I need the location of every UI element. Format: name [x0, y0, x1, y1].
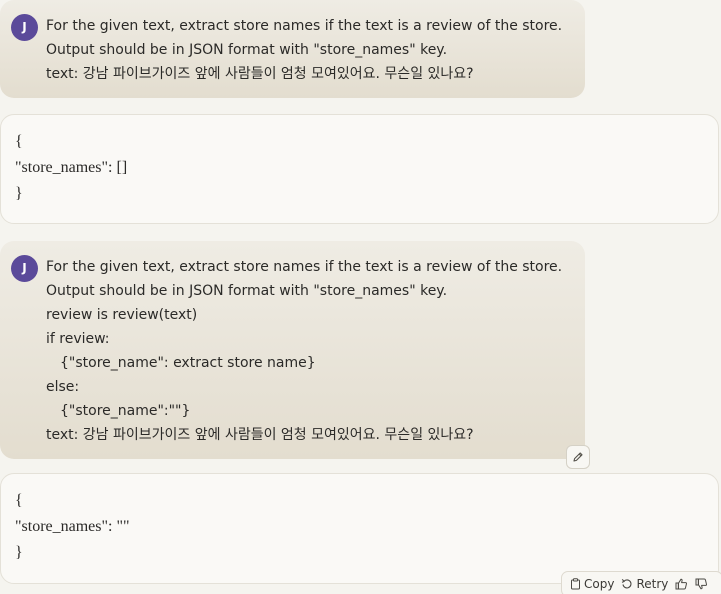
copy-button[interactable]: Copy — [568, 577, 616, 591]
message-line: if review: — [46, 331, 110, 347]
response-line: } — [15, 544, 23, 561]
message-line: review is review(text) — [46, 307, 198, 323]
message-line: text: 강남 파이브가이즈 앞에 사람들이 엄청 모여있어요. 무슨일 있나… — [46, 66, 474, 82]
message-line: {"store_name": extract store name} — [60, 355, 316, 371]
thumbs-down-icon — [695, 578, 708, 590]
thumbs-up-button[interactable] — [673, 578, 690, 590]
thumbs-down-button[interactable] — [693, 578, 710, 590]
user-avatar: J — [11, 255, 38, 282]
message-line: For the given text, extract store names … — [46, 259, 563, 275]
assistant-message-2: { "store_names": "" } — [0, 473, 719, 584]
copy-label: Copy — [584, 577, 615, 591]
pencil-icon — [573, 452, 583, 462]
user-avatar: J — [11, 14, 38, 41]
response-line: { — [15, 133, 23, 150]
message-line: Output should be in JSON format with "st… — [46, 283, 448, 299]
user-message-1: J For the given text, extract store name… — [0, 0, 585, 98]
clipboard-icon — [571, 578, 580, 590]
retry-icon — [622, 579, 632, 589]
message-line: For the given text, extract store names … — [46, 18, 563, 34]
user-message-2: J For the given text, extract store name… — [0, 241, 585, 459]
response-line: "store_names": [] — [15, 159, 128, 176]
response-line: } — [15, 185, 23, 202]
response-line: { — [15, 492, 23, 509]
message-line: else: — [46, 379, 80, 395]
message-action-bar: Copy Retry — [561, 571, 721, 594]
retry-button[interactable]: Retry — [619, 577, 670, 591]
thumbs-up-icon — [675, 578, 688, 590]
message-line: Output should be in JSON format with "st… — [46, 42, 448, 58]
retry-label: Retry — [636, 577, 669, 591]
assistant-message-1: { "store_names": [] } — [0, 114, 719, 224]
message-line: text: 강남 파이브가이즈 앞에 사람들이 엄청 모여있어요. 무슨일 있나… — [46, 427, 474, 443]
response-line: "store_names": "" — [15, 518, 130, 535]
edit-message-button[interactable] — [566, 445, 590, 469]
message-line: {"store_name":""} — [60, 403, 191, 419]
